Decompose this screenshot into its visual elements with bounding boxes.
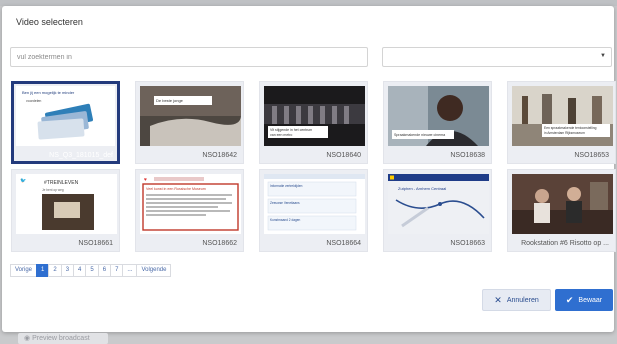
thumb-caption: Kunstmaand 2 dagen bbox=[270, 218, 301, 222]
pagination-page-1[interactable]: 1 bbox=[36, 264, 50, 277]
thumb-caption: van een metro bbox=[270, 133, 292, 137]
video-title: NSO18640 bbox=[326, 152, 361, 159]
pagination-next[interactable]: Volgende bbox=[136, 264, 172, 277]
video-tile[interactable]: ♥ Veel kunst in een Russische Museum NSO… bbox=[135, 169, 244, 252]
video-thumbnail: Vlt stijgende in het centrum van een met… bbox=[264, 86, 365, 146]
thumb-caption: Informatie vertrektijden bbox=[270, 184, 303, 188]
video-tile[interactable]: Ben jij een mogelijk te minder voordelen… bbox=[11, 81, 120, 164]
cancel-button[interactable]: ✕ Annuleren bbox=[482, 289, 551, 311]
video-title: NSO18642 bbox=[202, 152, 237, 159]
thumb-caption: voordelen bbox=[26, 99, 41, 103]
chevron-down-icon: ▼ bbox=[600, 53, 606, 59]
eye-icon: ◉ bbox=[24, 335, 33, 342]
twitter-icon: 🐦 bbox=[20, 178, 26, 184]
video-thumbnail: Informatie vertrektijden Zeeuwse Venetia… bbox=[264, 174, 365, 234]
video-thumbnail: De beste jonge bbox=[140, 86, 241, 146]
video-thumbnail: Spraakmakende nieuwe cinema bbox=[388, 86, 489, 146]
video-title: NSO18661 bbox=[78, 240, 113, 247]
close-icon: ✕ bbox=[494, 294, 502, 305]
thumb-caption: Een spraakmakende tentoonstelling bbox=[544, 126, 597, 130]
pagination-page-7[interactable]: 7 bbox=[110, 264, 124, 277]
video-title: NSO18653 bbox=[574, 152, 609, 159]
search-input[interactable] bbox=[10, 47, 368, 67]
thumb-caption: Ben jij een mogelijk te minder bbox=[22, 90, 75, 95]
video-thumbnail: Een spraakmakende tentoonstelling in Ams… bbox=[512, 86, 613, 146]
video-tile[interactable]: Spraakmakende nieuwe cinema NSO18638 bbox=[383, 81, 492, 164]
filter-select[interactable]: ▼ bbox=[382, 47, 612, 67]
thumb-caption: #TREINLEVEN bbox=[44, 180, 79, 186]
save-button-label: Bewaar bbox=[578, 296, 603, 304]
pagination-page-3[interactable]: 3 bbox=[60, 264, 75, 277]
pagination-page-2[interactable]: 2 bbox=[48, 264, 62, 277]
pagination-page-6[interactable]: 6 bbox=[97, 264, 112, 277]
heart-icon: ♥ bbox=[144, 177, 147, 183]
check-circle-icon: ✔ bbox=[565, 294, 574, 305]
thumb-caption: Veel kunst in een Russische Museum bbox=[146, 187, 206, 191]
thumb-caption: Zeeuwse Venetiaans bbox=[270, 201, 300, 205]
video-tile[interactable]: 🐦 #TREINLEVEN Je bent op weg NSO18661 bbox=[11, 169, 120, 252]
video-thumbnail: ♥ Veel kunst in een Russische Museum bbox=[140, 174, 241, 234]
preview-broadcast-label: Preview broadcast bbox=[32, 335, 90, 342]
thumb-caption: in Amsterdam Rijksmuseum bbox=[544, 131, 585, 135]
thumb-caption: Je bent op weg bbox=[42, 188, 64, 192]
preview-broadcast-button[interactable]: ◉ Preview broadcast bbox=[18, 333, 108, 344]
video-title: NS_Q3_181015_def bbox=[49, 152, 113, 159]
video-thumbnail: Zutphen - Arnhem Centraal bbox=[388, 174, 489, 234]
video-thumbnail: 🐦 #TREINLEVEN Je bent op weg bbox=[16, 174, 117, 234]
modal-title: Video selecteren bbox=[16, 17, 83, 27]
video-tile[interactable]: Rookstation #6 Risotto op ... bbox=[507, 169, 616, 252]
video-title: Rookstation #6 Risotto op ... bbox=[521, 240, 609, 247]
video-title: NSO18663 bbox=[450, 240, 485, 247]
thumb-caption: De beste jonge bbox=[156, 98, 184, 103]
thumb-caption: Vlt stijgende in het centrum bbox=[270, 128, 312, 132]
video-thumbnail bbox=[512, 174, 613, 234]
pagination: Vorige 1 2 3 4 5 6 7 ... Volgende bbox=[10, 264, 172, 277]
video-tile[interactable]: Vlt stijgende in het centrum van een met… bbox=[259, 81, 368, 164]
pagination-page-5[interactable]: 5 bbox=[85, 264, 99, 277]
video-tile[interactable]: Zutphen - Arnhem Centraal NSO18663 bbox=[383, 169, 492, 252]
video-tile[interactable]: Een spraakmakende tentoonstelling in Ams… bbox=[507, 81, 616, 164]
video-title: NSO18638 bbox=[450, 152, 485, 159]
pagination-ellipsis[interactable]: ... bbox=[122, 264, 138, 277]
video-title: NSO18662 bbox=[202, 240, 237, 247]
thumb-caption: Zutphen - Arnhem Centraal bbox=[398, 186, 446, 191]
pagination-page-4[interactable]: 4 bbox=[73, 264, 87, 277]
video-tile[interactable]: Informatie vertrektijden Zeeuwse Venetia… bbox=[259, 169, 368, 252]
save-button[interactable]: ✔ Bewaar bbox=[555, 289, 613, 311]
video-thumbnail: Ben jij een mogelijk te minder voordelen bbox=[16, 86, 115, 146]
video-tile[interactable]: De beste jonge NSO18642 bbox=[135, 81, 244, 164]
pagination-prev[interactable]: Vorige bbox=[10, 264, 38, 277]
video-title: NSO18664 bbox=[326, 240, 361, 247]
cancel-button-label: Annuleren bbox=[506, 296, 539, 304]
thumb-caption: Spraakmakende nieuwe cinema bbox=[394, 133, 445, 137]
